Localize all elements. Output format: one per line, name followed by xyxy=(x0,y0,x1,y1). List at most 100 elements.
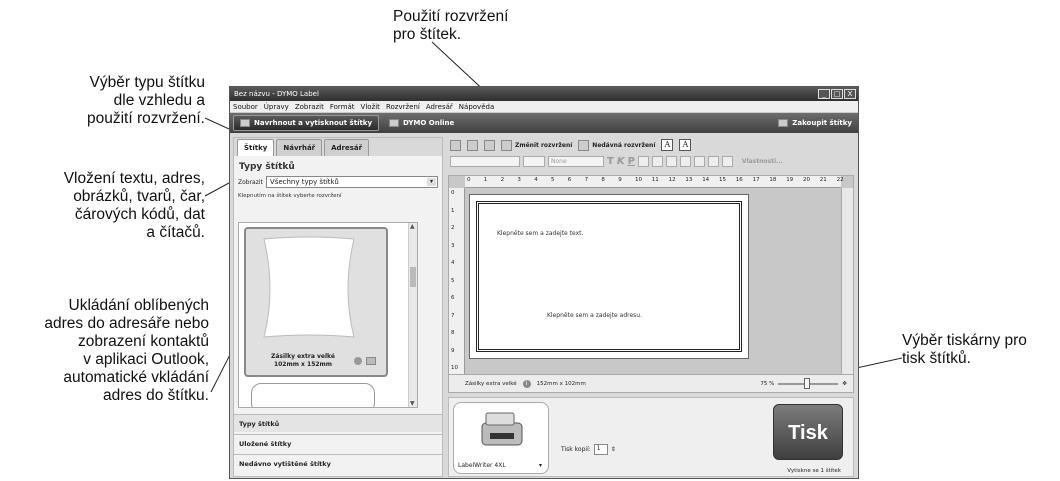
font-size-combo[interactable] xyxy=(523,155,545,167)
left-panel: Štítky Návrhář Adresář Typy štítků Zobra… xyxy=(233,137,443,477)
zoom-value: 75 % xyxy=(760,380,775,387)
menu-soubor[interactable]: Soubor xyxy=(233,103,258,111)
ruler-tick-label: 7 xyxy=(584,177,589,183)
label-card[interactable] xyxy=(251,383,375,407)
label-card-selected[interactable]: Zásilky extra velké 102mm x 152mm xyxy=(244,227,388,377)
ruler-tick-label: 1 xyxy=(483,177,488,183)
label-canvas[interactable]: Klepněte sem a zadejte text. Klepněte se… xyxy=(469,194,749,359)
vruler-tick-label: 6 xyxy=(451,295,455,301)
status-label-size: 152mm x 102mm xyxy=(536,380,586,387)
bold-button[interactable]: T xyxy=(607,156,614,167)
gallery-scrollbar[interactable]: ▲ ▼ xyxy=(408,223,417,407)
menu-rozvrzeni[interactable]: Rozvržení xyxy=(386,103,420,111)
label-type-select[interactable]: Všechny typy štítků ▾ xyxy=(265,176,438,188)
editor-status-bar: Zásilky extra velké i 152mm x 102mm 75 %… xyxy=(449,374,853,392)
chevron-down-icon[interactable]: ▾ xyxy=(539,462,542,469)
label-editor: 0 1 2 3 4 5 6 7 8 9 10 11 12 13 14 15 16 17 18 19 20 21 22 012… xyxy=(448,175,854,393)
ruler-tick-label: 2 xyxy=(500,177,505,183)
scroll-up-icon[interactable]: ▲ xyxy=(410,223,415,230)
zoom-slider-thumb[interactable] xyxy=(804,377,811,389)
vruler-tick-label: 1 xyxy=(451,207,455,214)
text-object[interactable]: Klepněte sem a zadejte text. xyxy=(497,230,583,237)
layout-toolbar: Změnit rozvržení Nedávná rozvržení A A xyxy=(448,137,856,153)
ruler-tick-label: 13 xyxy=(685,177,693,183)
label-types-title: Typy štítků xyxy=(239,162,295,172)
align-center-button[interactable] xyxy=(651,155,663,167)
menu-format[interactable]: Formát xyxy=(330,103,355,111)
ruler-tick-label: 22 xyxy=(836,177,844,183)
menu-upravy[interactable]: Úpravy xyxy=(264,103,289,111)
dymo-window: Bez názvu - DYMO Label _ □ X Soubor Úpra… xyxy=(229,86,859,479)
line-button[interactable] xyxy=(707,155,719,167)
recent-layout-icon xyxy=(578,139,590,151)
minimize-button[interactable]: _ xyxy=(818,89,830,99)
vruler-tick-label: 7 xyxy=(451,312,455,319)
print-panel: LabelWriter 4XL ▾ Tisk kopií: 1 ⇕ Tisk V… xyxy=(448,397,854,477)
address-object[interactable]: Klepněte sem a zadejte adresu. xyxy=(547,312,642,319)
zoom-slider[interactable] xyxy=(778,377,839,389)
align-justify-button[interactable] xyxy=(679,155,691,167)
copies-input[interactable]: 1 xyxy=(593,444,608,455)
label-type-value: Všechny typy štítků xyxy=(269,178,339,186)
italic-button[interactable]: K xyxy=(617,156,625,167)
tab-address-book[interactable]: Adresář xyxy=(324,139,370,156)
design-print-button[interactable]: Navrhnout a vytisknout štítky xyxy=(233,115,380,131)
vruler-tick-label: 0 xyxy=(451,190,455,196)
menu-vlozit[interactable]: Vložit xyxy=(361,103,380,111)
maximize-button[interactable]: □ xyxy=(831,89,843,99)
properties-button[interactable]: Vlastnosti... xyxy=(742,158,783,165)
text-effect-combo[interactable]: None xyxy=(548,155,604,167)
font-large-button[interactable]: A xyxy=(679,139,692,151)
callout-layout: Použití rozvržení pro štítek. xyxy=(393,8,509,43)
right-panel: Změnit rozvržení Nedávná rozvržení A A N… xyxy=(448,137,856,477)
scroll-down-icon[interactable]: ▼ xyxy=(410,400,415,407)
vertical-ruler: 0 1 2 3 4 5 6 7 8 9 10 xyxy=(449,188,465,374)
buy-labels-button[interactable]: Zakoupit štítky xyxy=(778,119,855,127)
fit-icon[interactable]: ✥ xyxy=(842,381,847,387)
align-right-button[interactable] xyxy=(665,155,677,167)
menu-napoveda[interactable]: Nápověda xyxy=(459,103,494,111)
label-gallery[interactable]: Zásilky extra velké 102mm x 152mm ▲ ▼ xyxy=(238,222,418,408)
change-layout-button[interactable]: Změnit rozvržení xyxy=(501,139,572,151)
scroll-thumb[interactable] xyxy=(410,267,416,287)
ruler-tick-label: 0 xyxy=(467,177,471,183)
printer-selector[interactable]: LabelWriter 4XL ▾ xyxy=(453,402,549,474)
ruler-tick-label: 11 xyxy=(651,177,659,183)
label-border: Klepněte sem a zadejte text. Klepněte se… xyxy=(476,201,742,352)
accordion-recent-labels[interactable]: Nedávno vytištěné štítky xyxy=(234,454,442,472)
mode-bar: Navrhnout a vytisknout štítky DYMO Onlin… xyxy=(230,113,858,133)
editor-scrollbar[interactable] xyxy=(841,188,853,374)
tab-designer[interactable]: Návrhář xyxy=(276,139,323,156)
info-icon[interactable]: i xyxy=(522,379,531,388)
menu-adresar[interactable]: Adresář xyxy=(426,103,453,111)
globe-icon xyxy=(389,119,400,127)
font-small-button[interactable]: A xyxy=(661,139,674,151)
accordion-saved-labels[interactable]: Uložené štítky xyxy=(234,434,442,452)
dymo-online-button[interactable]: DYMO Online xyxy=(383,115,460,131)
copies-stepper[interactable]: ⇕ xyxy=(611,446,616,453)
align-left-button[interactable] xyxy=(637,155,649,167)
valign-button[interactable] xyxy=(693,155,705,167)
menu-zobrazit[interactable]: Zobrazit xyxy=(295,103,324,111)
menu-bar: Soubor Úpravy Zobrazit Formát Vložit Roz… xyxy=(230,101,858,113)
border-button[interactable] xyxy=(721,155,733,167)
info-icon[interactable] xyxy=(354,357,362,365)
ruler-tick-label: 17 xyxy=(752,177,760,183)
ruler-tick-label: 8 xyxy=(601,177,605,183)
vruler-tick-label: 8 xyxy=(451,330,455,336)
paste-icon[interactable] xyxy=(484,139,495,151)
underline-button[interactable]: P xyxy=(628,156,635,167)
print-button[interactable]: Tisk xyxy=(773,404,843,460)
recent-layout-button[interactable]: Nedávná rozvržení xyxy=(578,139,655,151)
print-icon[interactable] xyxy=(467,139,478,151)
ruler-tick-label: 21 xyxy=(819,177,827,183)
design-print-label: Navrhnout a vytisknout štítky xyxy=(254,119,373,127)
printer-icon[interactable] xyxy=(366,357,376,365)
accordion-label-types[interactable]: Typy štítků xyxy=(234,414,442,432)
save-icon[interactable] xyxy=(450,139,461,151)
tab-labels[interactable]: Štítky xyxy=(237,139,275,156)
close-button[interactable]: X xyxy=(844,89,856,99)
title-bar: Bez názvu - DYMO Label _ □ X xyxy=(230,87,858,101)
font-name-combo[interactable] xyxy=(450,155,520,167)
callout-insert: Vložení textu, adres, obrázků, tvarů, čar… xyxy=(63,170,205,241)
